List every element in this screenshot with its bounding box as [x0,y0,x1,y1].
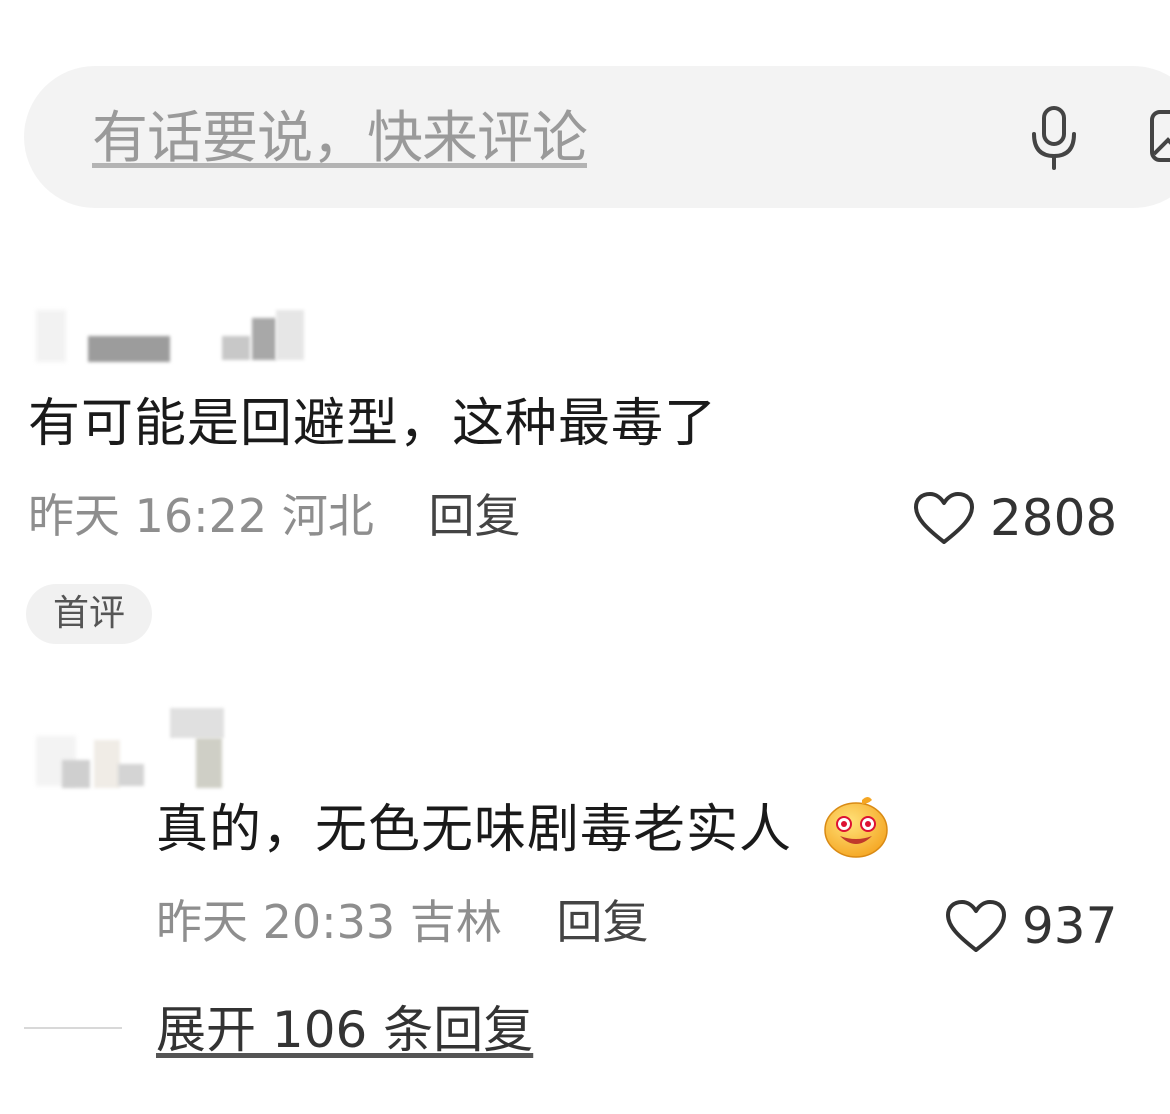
reply-location: 吉林 [409,895,502,949]
comment-text: 有可能是回避型，这种最毒了 [28,394,718,454]
comment-meta: 昨天 16:22 河北 回复 [28,488,520,544]
reply-time: 昨天 20:33 [156,895,396,949]
like-count: 937 [1022,897,1118,955]
microphone-icon[interactable] [1024,102,1084,172]
grin-emoji-icon [824,797,888,858]
like-button[interactable]: 2808 [912,490,1117,546]
heart-icon [914,492,974,544]
heart-icon [946,900,1006,952]
reply-button[interactable]: 回复 [556,895,648,949]
like-button[interactable]: 937 [944,898,1117,954]
expand-replies-link[interactable]: 展开 106 条回复 [156,1000,533,1060]
image-icon[interactable] [1146,104,1170,168]
reply-button[interactable]: 回复 [428,489,520,543]
reply-meta: 昨天 20:33 吉林 回复 [156,894,648,950]
comment-location: 河北 [281,489,374,543]
comment-input-placeholder[interactable]: 有话要说，快来评论 [92,104,588,174]
reply-text: 真的，无色无味剧毒老实人 [156,800,793,860]
comment-time: 昨天 16:22 [28,489,268,543]
like-count: 2808 [990,489,1118,547]
first-comment-badge: 首评 [26,584,152,644]
expand-divider [24,1027,122,1029]
